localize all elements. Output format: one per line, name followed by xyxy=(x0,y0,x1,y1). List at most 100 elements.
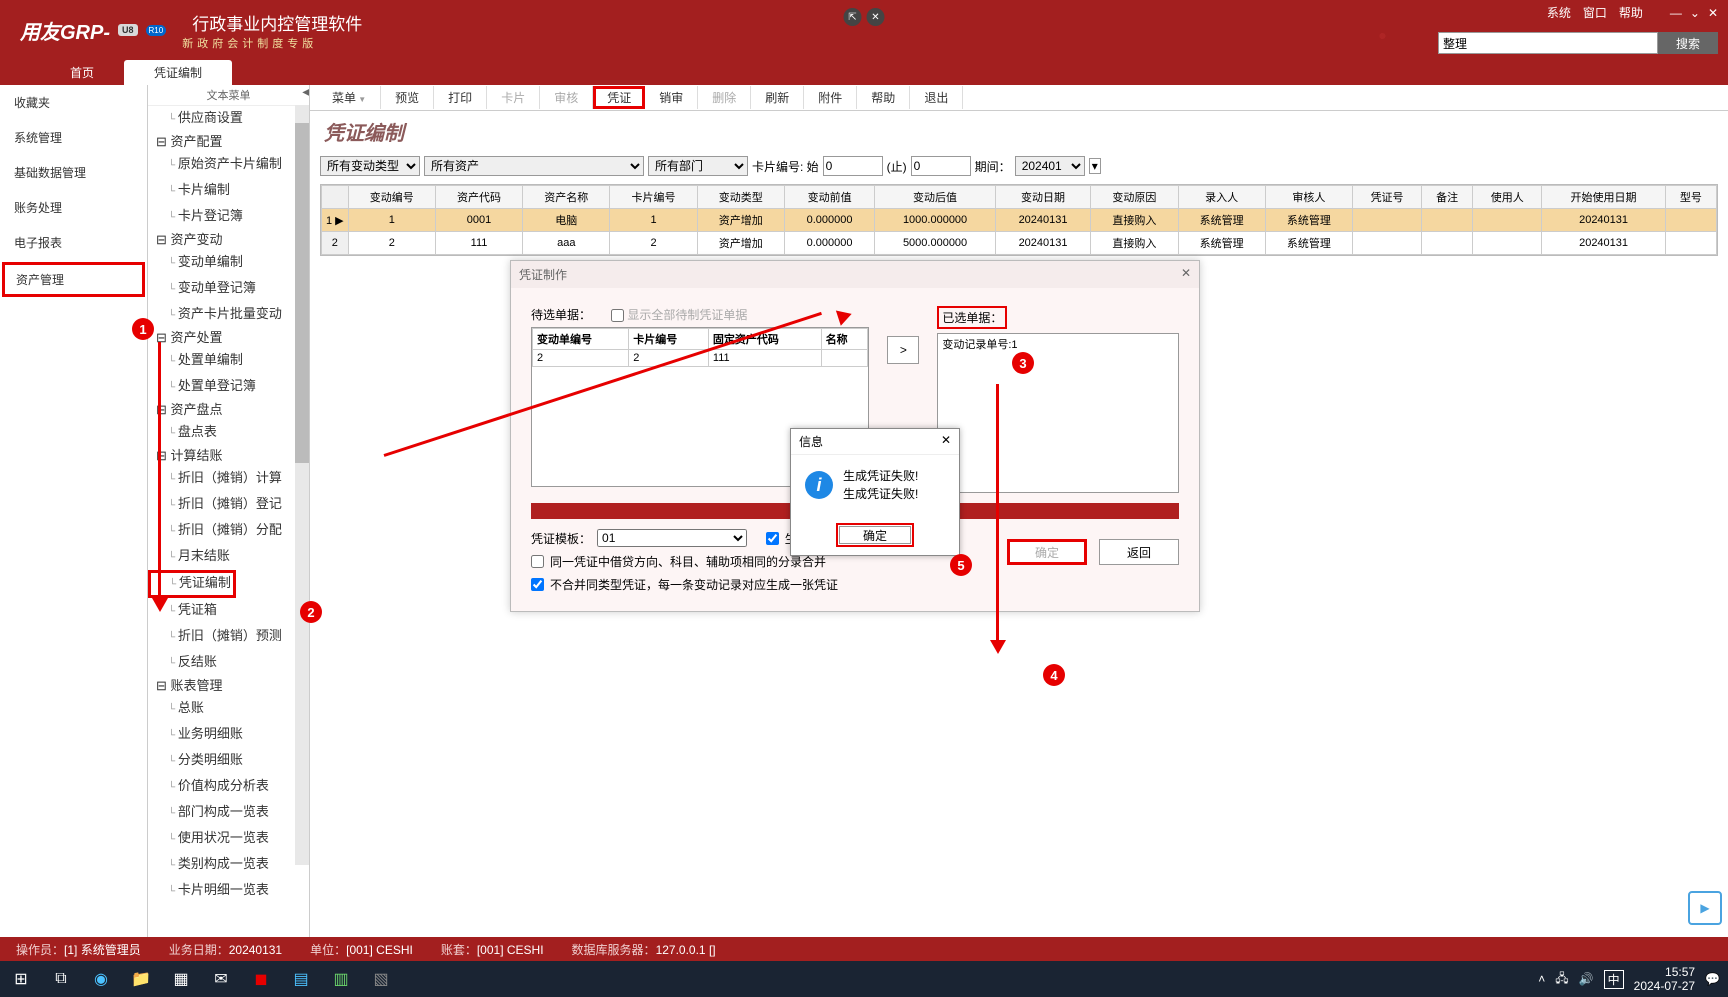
tray-notification-icon[interactable]: 💬 xyxy=(1705,972,1720,986)
grid-cell[interactable]: 系统管理 xyxy=(1178,232,1265,255)
grid-cell[interactable] xyxy=(1473,232,1542,255)
info-close-icon[interactable]: ✕ xyxy=(941,433,951,450)
tab-voucher-edit[interactable]: 凭证编制 xyxy=(124,60,232,85)
grid-header[interactable]: 变动日期 xyxy=(995,186,1090,209)
grid-cell[interactable] xyxy=(1422,209,1473,232)
tree-item-27[interactable]: 价值构成分析表 xyxy=(148,774,309,800)
tree-item-10[interactable]: 处置单编制 xyxy=(148,348,309,374)
tree-group-5[interactable]: 资产变动 xyxy=(148,230,309,250)
show-all-checkbox[interactable] xyxy=(611,309,624,322)
grid-cell[interactable]: 0.000000 xyxy=(784,209,874,232)
tray-clock[interactable]: 15:57 2024-07-27 xyxy=(1634,965,1695,994)
grid-cell[interactable]: 资产增加 xyxy=(697,232,784,255)
edge-icon[interactable]: ◉ xyxy=(86,964,116,994)
grid-cell[interactable]: 1 xyxy=(610,209,697,232)
grid-header[interactable]: 型号 xyxy=(1665,186,1716,209)
tree-item-28[interactable]: 部门构成一览表 xyxy=(148,800,309,826)
tree-item-11[interactable]: 处置单登记簿 xyxy=(148,374,309,400)
tray-ime[interactable]: 中 xyxy=(1604,970,1624,989)
task-view-icon[interactable]: ⧉ xyxy=(46,964,76,994)
grid-header[interactable]: 录入人 xyxy=(1178,186,1265,209)
tree-group-1[interactable]: 资产配置 xyxy=(148,132,309,152)
toolbar-item-6[interactable]: 销审 xyxy=(645,86,698,109)
collapse-tree-icon[interactable]: ◀ xyxy=(302,87,310,98)
tree-item-19[interactable]: 凭证编制 xyxy=(148,570,236,598)
grid-cell[interactable]: aaa xyxy=(523,232,610,255)
grid-header[interactable]: 变动原因 xyxy=(1091,186,1178,209)
modal-ok-button[interactable]: 确定 xyxy=(1007,539,1087,565)
tree-group-12[interactable]: 资产盘点 xyxy=(148,400,309,420)
menu-window[interactable]: 窗口 xyxy=(1583,4,1607,21)
app-icon-3[interactable]: ▥ xyxy=(326,964,356,994)
toolbar-item-1[interactable]: 预览 xyxy=(381,86,434,109)
tree-item-8[interactable]: 资产卡片批量变动 xyxy=(148,302,309,328)
tree-item-15[interactable]: 折旧（摊销）计算 xyxy=(148,466,309,492)
grid-cell[interactable]: 系统管理 xyxy=(1265,232,1352,255)
grid-cell[interactable]: 直接购入 xyxy=(1091,232,1178,255)
tree-item-13[interactable]: 盘点表 xyxy=(148,420,309,446)
toolbar-item-0[interactable]: 菜单 xyxy=(318,86,381,109)
show-after-checkbox[interactable] xyxy=(766,532,779,545)
tree-item-0[interactable]: 供应商设置 xyxy=(148,106,309,132)
tree-item-25[interactable]: 业务明细账 xyxy=(148,722,309,748)
close-icon[interactable]: ✕ xyxy=(1708,6,1718,20)
minimize-icon[interactable]: — xyxy=(1670,6,1682,20)
grid-header[interactable]: 资产名称 xyxy=(523,186,610,209)
grid-cell[interactable] xyxy=(1353,232,1422,255)
grid-header[interactable]: 凭证号 xyxy=(1353,186,1422,209)
grid-cell[interactable]: 20240131 xyxy=(1542,232,1665,255)
grid-cell[interactable] xyxy=(1473,209,1542,232)
transfer-button[interactable]: > xyxy=(887,336,919,364)
tab-home[interactable]: 首页 xyxy=(40,60,124,85)
grid-header[interactable]: 资产代码 xyxy=(435,186,522,209)
tree-item-31[interactable]: 卡片明细一览表 xyxy=(148,878,309,904)
selected-table[interactable]: 变动记录单号:1 xyxy=(937,333,1179,493)
merge-checkbox[interactable] xyxy=(531,555,544,568)
nav-report[interactable]: 电子报表 xyxy=(0,225,147,260)
grid-header[interactable]: 变动后值 xyxy=(875,186,996,209)
card-start-input[interactable] xyxy=(823,156,883,176)
toolbar-item-2[interactable]: 打印 xyxy=(434,86,487,109)
period-spinner-icon[interactable]: ▾ xyxy=(1089,158,1101,174)
tray-network-icon[interactable]: 🖧 xyxy=(1555,969,1568,990)
grid-cell[interactable]: 2 xyxy=(610,232,697,255)
tree-item-20[interactable]: 凭证箱 xyxy=(148,598,309,624)
tree-item-6[interactable]: 变动单编制 xyxy=(148,250,309,276)
grid-cell[interactable]: 0.000000 xyxy=(784,232,874,255)
tree-group-9[interactable]: 资产处置 xyxy=(148,328,309,348)
grid-header[interactable]: 备注 xyxy=(1422,186,1473,209)
tree-item-7[interactable]: 变动单登记簿 xyxy=(148,276,309,302)
grid-cell[interactable]: 5000.000000 xyxy=(875,232,996,255)
split-checkbox[interactable] xyxy=(531,578,544,591)
tree-item-30[interactable]: 类别构成一览表 xyxy=(148,852,309,878)
toolbar-item-11[interactable]: 退出 xyxy=(910,86,963,109)
float-help-icon[interactable]: ▶ xyxy=(1688,891,1722,925)
grid-cell[interactable]: 111 xyxy=(435,232,522,255)
grid-header[interactable]: 卡片编号 xyxy=(610,186,697,209)
grid-cell[interactable]: 1 xyxy=(348,209,435,232)
calendar-icon[interactable]: ▦ xyxy=(166,964,196,994)
pin-icon[interactable]: ⇱ xyxy=(844,8,862,26)
tree-scrollbar[interactable] xyxy=(295,105,309,865)
grid-cell[interactable]: 0001 xyxy=(435,209,522,232)
filter-asset[interactable]: 所有资产 xyxy=(424,156,644,176)
search-input[interactable] xyxy=(1438,32,1658,54)
grid-header[interactable]: 开始使用日期 xyxy=(1542,186,1665,209)
filter-dept[interactable]: 所有部门 xyxy=(648,156,748,176)
info-ok-button[interactable]: 确定 xyxy=(836,523,914,547)
tray-sound-icon[interactable]: 🔊 xyxy=(1579,972,1594,986)
grid-cell[interactable] xyxy=(1665,232,1716,255)
filter-type[interactable]: 所有变动类型 xyxy=(320,156,420,176)
modal-close-icon[interactable]: ✕ xyxy=(1181,266,1191,283)
nav-system[interactable]: 系统管理 xyxy=(0,120,147,155)
tree-item-3[interactable]: 卡片编制 xyxy=(148,178,309,204)
tree-group-14[interactable]: 计算结账 xyxy=(148,446,309,466)
grid-header[interactable]: 变动前值 xyxy=(784,186,874,209)
grid-cell[interactable]: 2 xyxy=(348,232,435,255)
toolbar-item-10[interactable]: 帮助 xyxy=(857,86,910,109)
modal-back-button[interactable]: 返回 xyxy=(1099,539,1179,565)
close-center-icon[interactable]: ✕ xyxy=(867,8,885,26)
app-icon-1[interactable]: ◼ xyxy=(246,964,276,994)
tree-item-4[interactable]: 卡片登记簿 xyxy=(148,204,309,230)
selected-item[interactable]: 变动记录单号:1 xyxy=(938,334,1178,354)
